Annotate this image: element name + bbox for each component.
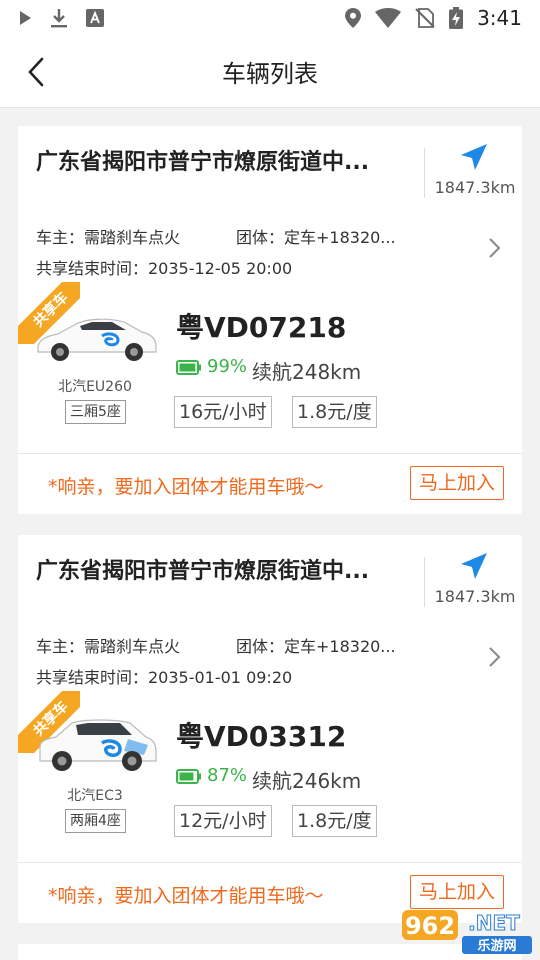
battery-percent: 87% <box>207 765 248 786</box>
car-model: 北汽EC3 <box>67 788 123 804</box>
join-now-button[interactable]: 马上加入 <box>410 466 504 500</box>
license-plate: 粤VD03312 <box>176 720 347 753</box>
join-group-promo: *响亲，要加入团体才能用车哦～ <box>48 885 324 907</box>
join-now-button[interactable]: 马上加入 <box>410 875 504 909</box>
vehicle-address: 广东省揭阳市普宁市燎原街道中... <box>36 559 370 584</box>
nav-bar: 车辆列表 <box>0 36 540 108</box>
status-left-icons <box>18 8 104 28</box>
location-icon <box>345 8 362 28</box>
car-seat-badge: 两厢4座 <box>65 809 126 833</box>
car-model: 北汽EU260 <box>58 379 132 395</box>
vehicle-distance: 1847.3km <box>434 178 516 197</box>
vehicle-card[interactable]: 广东省揭阳市普宁市燎原街道中... 1847.3km 车主：需踏刹车点火 团体：… <box>18 535 522 923</box>
price-per-hour: 16元/小时 <box>174 396 272 428</box>
watermark-number: 962 <box>405 912 455 940</box>
battery-charging-icon <box>449 7 464 29</box>
page-title: 车辆列表 <box>222 60 318 88</box>
watermark-site-name: 乐游网 <box>477 938 516 954</box>
chevron-right-icon[interactable] <box>484 236 504 260</box>
site-watermark-logo: 962 .NET 乐游网 <box>402 910 532 954</box>
share-end-time: 共享结束时间：2035-01-01 09:20 <box>36 668 293 687</box>
chevron-right-icon[interactable] <box>484 645 504 669</box>
status-right-icons: 3:41 <box>345 6 522 30</box>
driving-range: 续航248km <box>252 360 362 384</box>
download-icon <box>51 9 67 28</box>
navigation-arrow-icon[interactable] <box>459 142 489 172</box>
status-time: 3:41 <box>477 6 522 30</box>
location-divider <box>424 148 425 198</box>
back-button[interactable] <box>18 54 54 90</box>
chevron-left-icon <box>28 57 44 87</box>
play-icon <box>20 11 31 25</box>
battery-icon <box>176 769 201 784</box>
price-per-kwh: 1.8元/度 <box>292 805 377 837</box>
status-bar: 3:41 <box>0 0 540 36</box>
battery-percent: 99% <box>207 356 248 377</box>
a-icon <box>86 9 104 27</box>
navigation-arrow-icon[interactable] <box>459 551 489 581</box>
no-sim-icon <box>415 8 435 28</box>
vehicle-group: 团体：定车+18320... <box>236 637 396 656</box>
vehicle-owner: 车主：需踏刹车点火 <box>36 228 181 247</box>
price-per-hour: 12元/小时 <box>174 805 272 837</box>
vehicle-group: 团体：定车+18320... <box>236 228 396 247</box>
driving-range: 续航246km <box>252 769 362 793</box>
price-per-kwh: 1.8元/度 <box>292 396 377 428</box>
vehicle-address: 广东省揭阳市普宁市燎原街道中... <box>36 150 370 175</box>
car-seat-badge: 三厢5座 <box>65 400 126 424</box>
watermark-net: .NET <box>468 911 520 935</box>
vehicle-card[interactable]: 广东省揭阳市普宁市燎原街道中... 1847.3km 车主：需踏刹车点火 团体：… <box>18 126 522 514</box>
vehicle-distance: 1847.3km <box>434 587 516 606</box>
card-divider <box>18 862 522 863</box>
wifi-icon <box>375 8 402 28</box>
license-plate: 粤VD07218 <box>176 311 347 344</box>
card-divider <box>18 453 522 454</box>
vehicle-owner: 车主：需踏刹车点火 <box>36 637 181 656</box>
share-end-time: 共享结束时间：2035-12-05 20:00 <box>36 259 293 278</box>
location-divider <box>424 557 425 607</box>
car-suv-image <box>39 719 157 771</box>
join-group-promo: *响亲，要加入团体才能用车哦～ <box>48 476 324 498</box>
car-sedan-image <box>37 318 157 361</box>
battery-icon <box>176 360 201 375</box>
